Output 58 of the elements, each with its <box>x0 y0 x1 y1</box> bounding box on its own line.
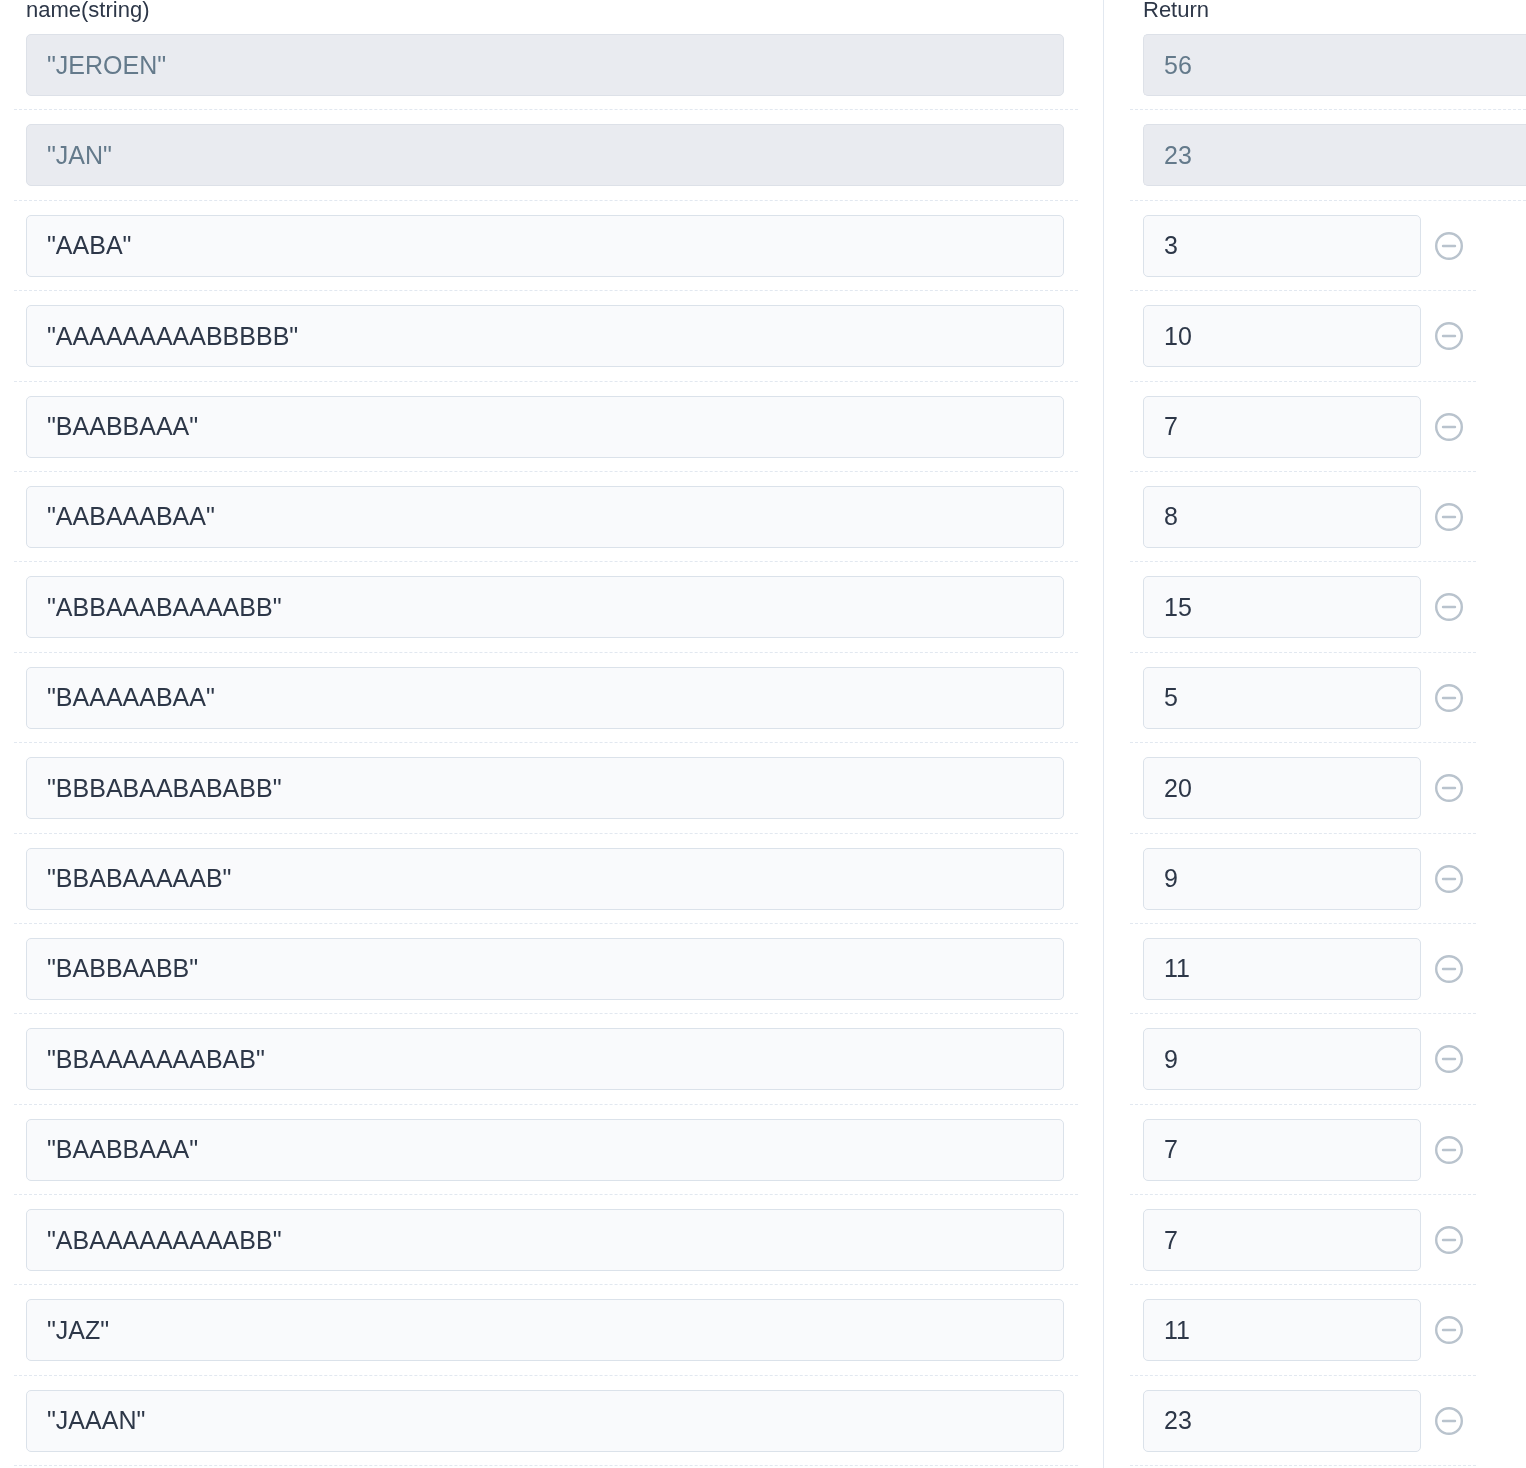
name-field[interactable]: "AABAAABAA" <box>26 485 1064 548</box>
return-field[interactable]: 11 <box>1143 1299 1421 1362</box>
minus-circle-icon <box>1435 231 1463 260</box>
return-field[interactable]: 7 <box>1143 1209 1421 1272</box>
remove-button[interactable] <box>1435 231 1463 260</box>
return-field[interactable]: 7 <box>1143 1118 1421 1181</box>
remove-button[interactable] <box>1435 864 1463 893</box>
minus-circle-icon <box>1435 502 1463 531</box>
remove-button[interactable] <box>1435 1135 1463 1164</box>
return-field[interactable]: 20 <box>1143 757 1421 820</box>
name-field[interactable]: "BAAAAABAA" <box>26 666 1064 729</box>
name-field[interactable]: "AABA" <box>26 214 1064 277</box>
minus-circle-icon <box>1435 1316 1463 1345</box>
name-field[interactable]: "AAAAAAAAABBBBB" <box>26 305 1064 368</box>
remove-button[interactable] <box>1435 1406 1463 1435</box>
minus-circle-icon <box>1435 322 1463 351</box>
name-field[interactable]: "BBBABAABABABB" <box>26 757 1064 820</box>
return-field[interactable]: 5 <box>1143 666 1421 729</box>
minus-circle-icon <box>1435 774 1463 803</box>
name-field[interactable]: "BBABAAAAAB" <box>26 847 1064 910</box>
name-field[interactable]: "BABBAABB" <box>26 937 1064 1000</box>
column-header: Return <box>1143 0 1210 20</box>
minus-circle-icon <box>1435 683 1463 712</box>
remove-button[interactable] <box>1435 774 1463 803</box>
minus-circle-icon <box>1435 412 1463 441</box>
return-field[interactable]: 15 <box>1143 576 1421 639</box>
remove-button[interactable] <box>1435 593 1463 622</box>
return-field[interactable]: 9 <box>1143 847 1421 910</box>
name-field[interactable]: "BAABBAAA" <box>26 1118 1064 1181</box>
remove-button[interactable] <box>1435 1316 1463 1345</box>
minus-circle-icon <box>1435 593 1463 622</box>
remove-button[interactable] <box>1435 502 1463 531</box>
remove-button[interactable] <box>1435 322 1463 351</box>
name-field[interactable]: "ABAAAAAAAAABB" <box>26 1209 1064 1272</box>
minus-circle-icon <box>1435 954 1463 983</box>
minus-circle-icon <box>1435 864 1463 893</box>
minus-circle-icon <box>1435 1406 1463 1435</box>
return-field[interactable]: 10 <box>1143 305 1421 368</box>
return-field[interactable]: 9 <box>1143 1028 1421 1091</box>
name-field[interactable]: "BBAAAAAAABAB" <box>26 1028 1064 1091</box>
minus-circle-icon <box>1435 1226 1463 1255</box>
name-field[interactable]: "JAAAN" <box>26 1389 1064 1452</box>
remove-button[interactable] <box>1435 412 1463 441</box>
minus-circle-icon <box>1435 1045 1463 1074</box>
name-field[interactable]: "ABBAAABAAAABB" <box>26 576 1064 639</box>
return-field[interactable]: 7 <box>1143 395 1421 458</box>
column-header: name(string) <box>26 0 150 20</box>
remove-button[interactable] <box>1435 954 1463 983</box>
return-field[interactable]: 23 <box>1143 1389 1421 1452</box>
return-field[interactable]: 11 <box>1143 937 1421 1000</box>
return-field[interactable]: 3 <box>1143 214 1421 277</box>
minus-circle-icon <box>1435 1135 1463 1164</box>
return-field[interactable]: 8 <box>1143 485 1421 548</box>
remove-button[interactable] <box>1435 1226 1463 1255</box>
remove-button[interactable] <box>1435 1045 1463 1074</box>
name-field[interactable]: "BAABBAAA" <box>26 395 1064 458</box>
name-field[interactable]: "JAZ" <box>26 1299 1064 1362</box>
remove-button[interactable] <box>1435 683 1463 712</box>
